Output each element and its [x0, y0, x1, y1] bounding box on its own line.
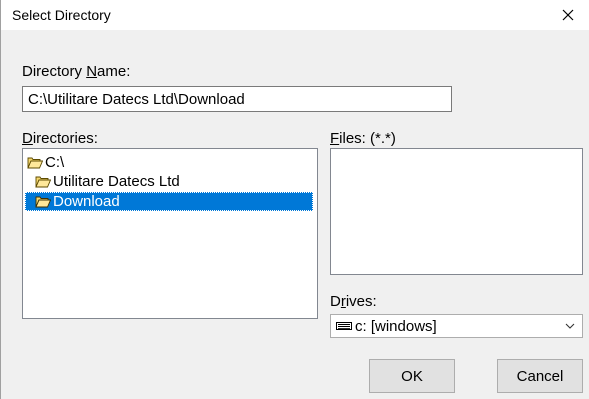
directories-label-post: irectories:	[32, 130, 98, 147]
drives-dropdown[interactable]: c: [windows]	[330, 314, 583, 338]
open-folder-icon	[35, 195, 51, 208]
drives-label-post: ives:	[345, 293, 377, 310]
close-icon	[562, 9, 574, 21]
close-button[interactable]	[550, 0, 586, 30]
drives-selected-value: c: [windows]	[355, 317, 437, 335]
select-directory-dialog: Select Directory Directory Name: Directo…	[0, 0, 589, 399]
directory-item-label: Download	[53, 193, 120, 210]
directory-item-download[interactable]: Download	[25, 192, 313, 211]
open-folder-icon	[35, 175, 51, 188]
directory-item-label: C:\	[45, 154, 65, 171]
directories-label-key: D	[22, 130, 33, 147]
directory-name-label-post: ame:	[97, 63, 131, 80]
cancel-button[interactable]: Cancel	[497, 359, 583, 393]
directories-list[interactable]: C:\ Utilitare Datecs Ltd Download	[22, 148, 318, 319]
drives-label: Drives:	[330, 293, 377, 310]
directory-name-label-key: N	[86, 63, 98, 80]
chevron-down-icon	[564, 320, 576, 332]
window-title: Select Directory	[12, 7, 111, 23]
open-folder-icon	[27, 156, 43, 169]
directory-item-label: Utilitare Datecs Ltd	[53, 173, 180, 190]
drives-label-pre: D	[330, 293, 341, 310]
directory-name-label: Directory Name:	[22, 63, 130, 80]
drive-icon	[336, 321, 352, 331]
files-label-post: iles: (*.*)	[339, 130, 396, 147]
ok-button[interactable]: OK	[369, 359, 455, 393]
directory-item-root[interactable]: C:\	[27, 153, 64, 172]
directory-item-utilitare-datecs-ltd[interactable]: Utilitare Datecs Ltd	[35, 172, 180, 191]
directory-name-input[interactable]	[22, 86, 452, 112]
files-list[interactable]	[330, 148, 583, 275]
directory-name-label-pre: Directory	[22, 63, 87, 80]
files-label-key: F	[330, 130, 340, 147]
directories-label: Directories:	[22, 130, 98, 147]
files-label: Files: (*.*)	[330, 130, 396, 147]
title-bar: Select Directory	[1, 0, 589, 30]
